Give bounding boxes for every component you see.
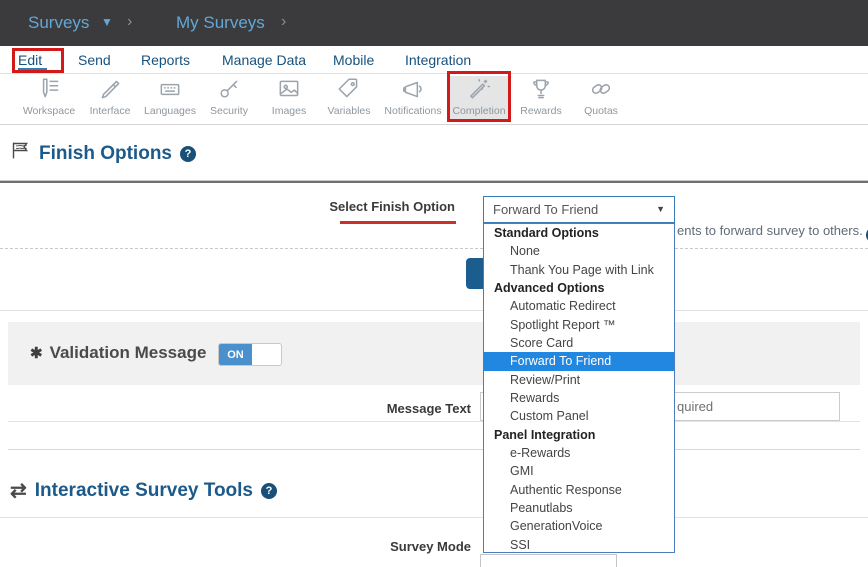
menu-item-send[interactable]: Send: [78, 49, 111, 71]
flag-icon: [10, 140, 31, 167]
dropdown-option-thank-you-page[interactable]: Thank You Page with Link: [484, 261, 674, 279]
dropdown-option-review-print[interactable]: Review/Print: [484, 371, 674, 389]
helper-text: ents to forward survey to others.?: [677, 223, 868, 243]
page-title: Finish Options: [39, 143, 172, 165]
main-menu-bar: Edit Send Reports Manage Data Mobile Int…: [0, 46, 868, 74]
toolbar-item-security[interactable]: Security: [198, 76, 260, 122]
toolbar-item-variables[interactable]: Variables: [318, 76, 380, 122]
dropdown-option-ssi[interactable]: SSI: [484, 536, 674, 553]
dropdown-option-forward-to-friend[interactable]: Forward To Friend: [484, 352, 674, 370]
dropdown-option-automatic-redirect[interactable]: Automatic Redirect: [484, 297, 674, 315]
annotation-box-edit: [12, 48, 64, 73]
annotation-underline-select-finish: [340, 221, 456, 224]
toggle-on-label: ON: [219, 344, 252, 365]
breadcrumb-separator-icon: ›: [127, 0, 132, 46]
dropdown-group-panel-integration: Panel Integration: [484, 426, 674, 444]
toolbar-item-interface[interactable]: Interface: [79, 76, 141, 122]
survey-mode-select[interactable]: [480, 554, 617, 567]
toolbar-item-images[interactable]: Images: [258, 76, 320, 122]
trophy-icon: [512, 76, 570, 104]
message-text-value: quired: [677, 399, 713, 414]
breadcrumb-my-surveys[interactable]: My Surveys: [176, 0, 265, 46]
chevron-down-icon[interactable]: ▼: [101, 0, 113, 46]
finish-option-select[interactable]: Forward To Friend ▼: [483, 196, 675, 223]
annotation-box-completion: [447, 71, 511, 122]
dropdown-option-rewards[interactable]: Rewards: [484, 389, 674, 407]
swap-arrows-icon: ⇄: [10, 478, 27, 503]
toolbar-item-quotas[interactable]: Quotas: [572, 76, 630, 122]
section-divider: [0, 517, 868, 518]
toolbar-item-workspace[interactable]: Workspace: [18, 76, 80, 122]
pen-icon: [79, 76, 141, 104]
edit-toolbar: Workspace Interface Languages Security I: [0, 74, 868, 125]
selected-value: Forward To Friend: [493, 202, 598, 217]
menu-item-reports[interactable]: Reports: [141, 49, 190, 71]
select-finish-option-label: Select Finish Option: [300, 199, 455, 214]
validation-message-card: ✱Validation Message ON Message Text quir…: [8, 322, 860, 450]
chain-links-icon: [572, 76, 630, 104]
section-divider: [0, 180, 868, 183]
top-navigation-bar: Surveys ▼ › My Surveys ›: [0, 0, 868, 46]
app-window: Surveys ▼ › My Surveys › Edit Send Repor…: [0, 0, 868, 567]
tag-icon: [318, 76, 380, 104]
dropdown-option-authentic-response[interactable]: Authentic Response: [484, 481, 674, 499]
dropdown-option-gmi[interactable]: GMI: [484, 462, 674, 480]
help-icon[interactable]: ?: [180, 146, 196, 162]
dropdown-option-none[interactable]: None: [484, 242, 674, 260]
survey-mode-label: Survey Mode: [293, 539, 471, 554]
dropdown-option-custom-panel[interactable]: Custom Panel: [484, 407, 674, 425]
help-icon[interactable]: ?: [261, 483, 277, 499]
section-divider: [0, 310, 868, 311]
finish-option-dropdown-list: Standard Options None Thank You Page wit…: [483, 223, 675, 553]
interactive-tools-heading: ⇄ Interactive Survey Tools ?: [10, 478, 277, 503]
finish-options-heading: Finish Options ?: [10, 140, 196, 167]
dropdown-group-standard-options: Standard Options: [484, 224, 674, 242]
dashed-divider: [0, 248, 868, 249]
keyboard-icon: [139, 76, 201, 104]
dropdown-option-score-card[interactable]: Score Card: [484, 334, 674, 352]
breadcrumb-separator-icon: ›: [281, 0, 286, 46]
select-caret-icon: ▼: [656, 197, 665, 222]
message-text-label: Message Text: [293, 401, 471, 416]
menu-item-mobile[interactable]: Mobile: [333, 49, 374, 71]
validation-title: ✱Validation Message: [30, 343, 206, 363]
menu-item-manage-data[interactable]: Manage Data: [222, 49, 306, 71]
asterisk-icon: ✱: [30, 345, 43, 362]
dropdown-option-spotlight-report[interactable]: Spotlight Report ™: [484, 316, 674, 334]
dropdown-option-peanutlabs[interactable]: Peanutlabs: [484, 499, 674, 517]
megaphone-icon: [377, 76, 449, 104]
section-title: Interactive Survey Tools: [35, 480, 253, 502]
toolbar-item-languages[interactable]: Languages: [139, 76, 201, 122]
toolbar-item-notifications[interactable]: Notifications: [377, 76, 449, 122]
breadcrumb-surveys[interactable]: Surveys: [28, 0, 89, 46]
validation-card-header: ✱Validation Message ON: [8, 322, 860, 385]
validation-toggle[interactable]: ON: [218, 343, 282, 366]
row-divider: [8, 421, 860, 422]
image-icon: [258, 76, 320, 104]
dropdown-group-advanced-options: Advanced Options: [484, 279, 674, 297]
dropdown-option-generationvoice[interactable]: GenerationVoice: [484, 517, 674, 535]
menu-item-integration[interactable]: Integration: [405, 49, 471, 71]
dropdown-option-e-rewards[interactable]: e-Rewards: [484, 444, 674, 462]
pencil-list-icon: [18, 76, 80, 104]
toolbar-item-rewards[interactable]: Rewards: [512, 76, 570, 122]
key-icon: [198, 76, 260, 104]
